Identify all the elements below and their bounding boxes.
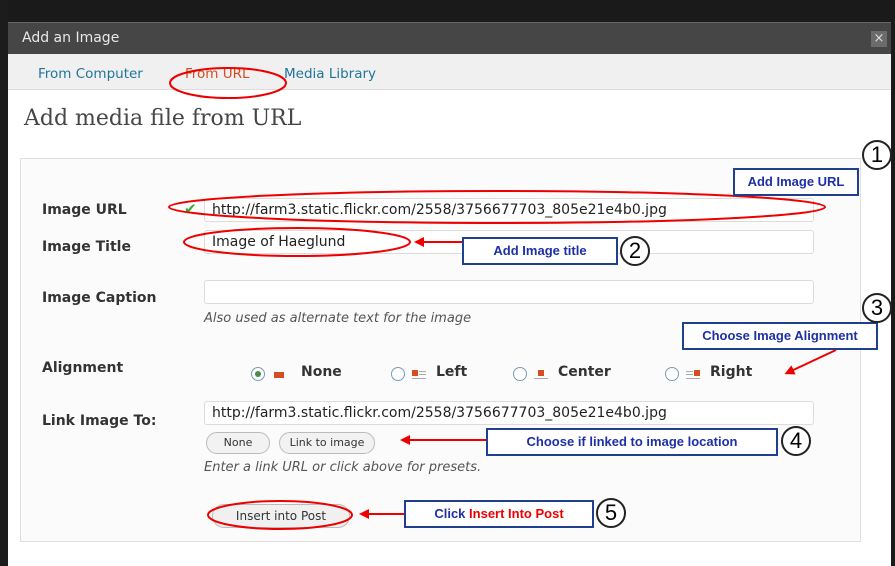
background-strip [0, 0, 8, 566]
align-none-label: None [301, 364, 342, 380]
radio-align-left[interactable] [391, 367, 405, 381]
link-none-button[interactable]: None [206, 432, 270, 454]
callout-add-image-url: Add Image URL [733, 168, 859, 196]
radio-align-center[interactable] [513, 367, 527, 381]
alignment-label: Alignment [42, 360, 124, 376]
link-help-text: Enter a link URL or click above for pres… [204, 460, 482, 475]
align-center-label: Center [558, 364, 611, 380]
link-image-label: Link Image To: [42, 413, 157, 429]
image-url-input[interactable]: http://farm3.static.flickr.com/2558/3756… [204, 198, 814, 222]
insert-into-post-button[interactable]: Insert into Post [212, 504, 350, 528]
dialog-title: Add an Image [22, 30, 120, 46]
callout-insert-prefix: Click [434, 506, 470, 521]
step-3-badge: 3 [862, 293, 892, 323]
page-title: Add media file from URL [24, 106, 302, 131]
align-center-icon [534, 370, 548, 379]
tab-media-library[interactable]: Media Library [284, 66, 376, 82]
dialog-titlebar: Add an Image × [8, 22, 891, 54]
align-right-label: Right [710, 364, 753, 380]
align-left-icon [412, 370, 426, 379]
callout-insert-highlight: Insert Into Post [469, 506, 564, 521]
callout-insert-into-post: Click Insert Into Post [404, 500, 594, 528]
step-1-badge: 1 [862, 140, 892, 170]
link-url-input[interactable]: http://farm3.static.flickr.com/2558/3756… [204, 401, 814, 425]
image-url-label: Image URL [42, 202, 127, 218]
tab-from-computer[interactable]: From Computer [38, 66, 143, 82]
callout-add-image-title: Add Image title [462, 237, 618, 265]
align-right-icon [686, 370, 700, 379]
radio-align-none[interactable] [251, 367, 265, 381]
tab-bar: From Computer From URL Media Library [8, 54, 891, 90]
checkmark-icon: ✔ [184, 200, 197, 218]
step-4-badge: 4 [781, 426, 811, 456]
callout-choose-alignment: Choose Image Alignment [682, 322, 878, 350]
tab-from-url[interactable]: From URL [185, 66, 250, 82]
caption-help-text: Also used as alternate text for the imag… [204, 311, 472, 326]
align-left-label: Left [436, 364, 468, 380]
radio-align-right[interactable] [665, 367, 679, 381]
close-icon[interactable]: × [871, 31, 887, 47]
image-caption-label: Image Caption [42, 290, 157, 306]
align-none-icon [274, 372, 284, 378]
step-5-badge: 5 [596, 498, 626, 528]
image-caption-input[interactable] [204, 280, 814, 304]
link-to-image-button[interactable]: Link to image [279, 432, 375, 454]
callout-link-location: Choose if linked to image location [486, 428, 778, 456]
image-title-label: Image Title [42, 239, 131, 255]
step-2-badge: 2 [620, 236, 650, 266]
